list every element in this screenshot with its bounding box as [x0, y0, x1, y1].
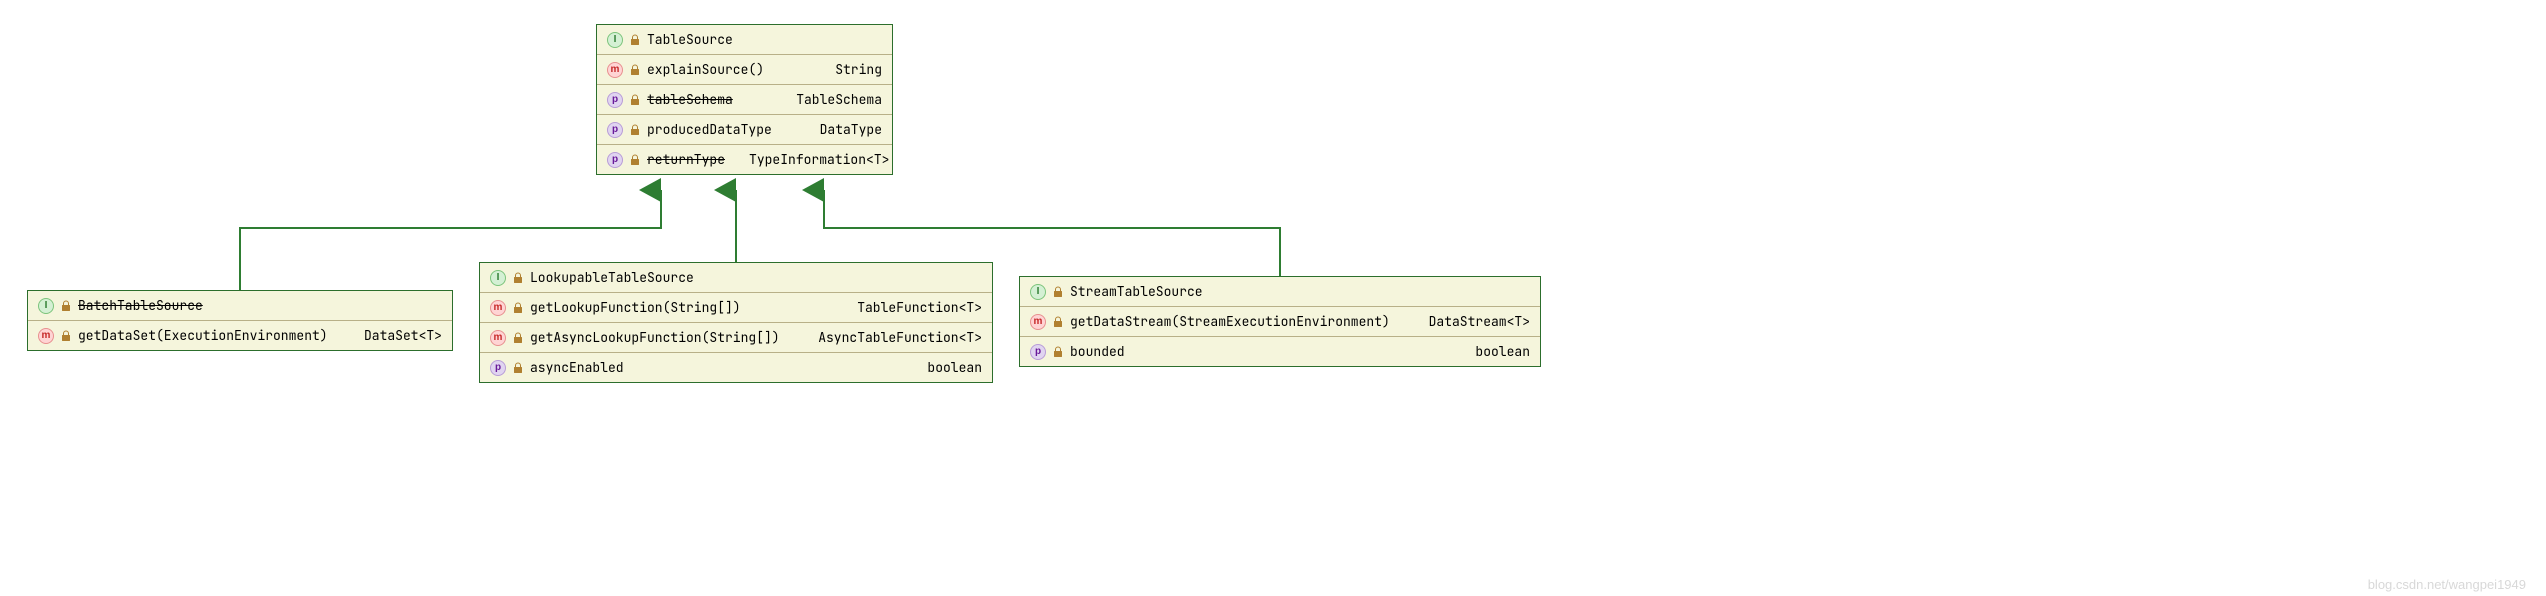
class-name: LookupableTableSource [530, 269, 694, 286]
member-row[interactable]: m getLookupFunction(String[]) TableFunct… [480, 293, 992, 323]
lock-icon [512, 272, 524, 284]
class-lookupable-table-source[interactable]: I LookupableTableSource m getLookupFunct… [479, 262, 993, 383]
lock-icon [629, 94, 641, 106]
member-row[interactable]: p returnType TypeInformation<T> [597, 145, 892, 174]
class-table-source[interactable]: I TableSource m explainSource() String p… [596, 24, 893, 175]
member-name: tableSchema [647, 91, 733, 108]
lock-icon [512, 332, 524, 344]
lock-icon [60, 330, 72, 342]
method-icon: m [490, 330, 506, 346]
interface-icon: I [607, 32, 623, 48]
method-icon: m [38, 328, 54, 344]
property-icon: p [607, 92, 623, 108]
class-header: I LookupableTableSource [480, 263, 992, 293]
member-type: TableFunction<T> [839, 299, 982, 316]
class-header: I BatchTableSource [28, 291, 452, 321]
interface-icon: I [490, 270, 506, 286]
member-type: AsyncTableFunction<T> [800, 329, 982, 346]
property-icon: p [607, 122, 623, 138]
method-icon: m [607, 62, 623, 78]
member-type: boolean [1457, 343, 1530, 360]
member-row[interactable]: m getDataSet(ExecutionEnvironment) DataS… [28, 321, 452, 350]
member-type: DataStream<T> [1411, 313, 1530, 330]
member-name: getDataStream(StreamExecutionEnvironment… [1070, 313, 1390, 330]
member-name: explainSource() [647, 61, 764, 78]
class-header: I TableSource [597, 25, 892, 55]
property-icon: p [607, 152, 623, 168]
watermark: blog.csdn.net/wangpei1949 [2368, 577, 2526, 592]
member-name: producedDataType [647, 121, 772, 138]
class-header: I StreamTableSource [1020, 277, 1540, 307]
member-name: asyncEnabled [530, 359, 624, 376]
member-name: returnType [647, 151, 725, 168]
interface-icon: I [1030, 284, 1046, 300]
member-type: boolean [909, 359, 982, 376]
member-name: getAsyncLookupFunction(String[]) [530, 329, 780, 346]
lock-icon [629, 64, 641, 76]
interface-icon: I [38, 298, 54, 314]
member-name: getLookupFunction(String[]) [530, 299, 741, 316]
member-type: DataType [802, 121, 882, 138]
class-name: StreamTableSource [1070, 283, 1203, 300]
class-name: TableSource [647, 31, 733, 48]
property-icon: p [490, 360, 506, 376]
class-stream-table-source[interactable]: I StreamTableSource m getDataStream(Stre… [1019, 276, 1541, 367]
member-type: DataSet<T> [346, 327, 442, 344]
lock-icon [629, 34, 641, 46]
lock-icon [512, 302, 524, 314]
member-row[interactable]: p producedDataType DataType [597, 115, 892, 145]
lock-icon [629, 154, 641, 166]
lock-icon [1052, 316, 1064, 328]
method-icon: m [1030, 314, 1046, 330]
member-row[interactable]: m getAsyncLookupFunction(String[]) Async… [480, 323, 992, 353]
member-name: getDataSet(ExecutionEnvironment) [78, 327, 328, 344]
member-name: bounded [1070, 343, 1125, 360]
property-icon: p [1030, 344, 1046, 360]
lock-icon [512, 362, 524, 374]
member-row[interactable]: m getDataStream(StreamExecutionEnvironme… [1020, 307, 1540, 337]
member-type: TypeInformation<T> [731, 151, 889, 168]
lock-icon [1052, 346, 1064, 358]
lock-icon [60, 300, 72, 312]
class-batch-table-source[interactable]: I BatchTableSource m getDataSet(Executio… [27, 290, 453, 351]
member-row[interactable]: p asyncEnabled boolean [480, 353, 992, 382]
member-row[interactable]: p tableSchema TableSchema [597, 85, 892, 115]
member-type: String [817, 61, 882, 78]
member-row[interactable]: m explainSource() String [597, 55, 892, 85]
class-name: BatchTableSource [78, 297, 203, 314]
member-type: TableSchema [778, 91, 882, 108]
lock-icon [629, 124, 641, 136]
method-icon: m [490, 300, 506, 316]
lock-icon [1052, 286, 1064, 298]
member-row[interactable]: p bounded boolean [1020, 337, 1540, 366]
